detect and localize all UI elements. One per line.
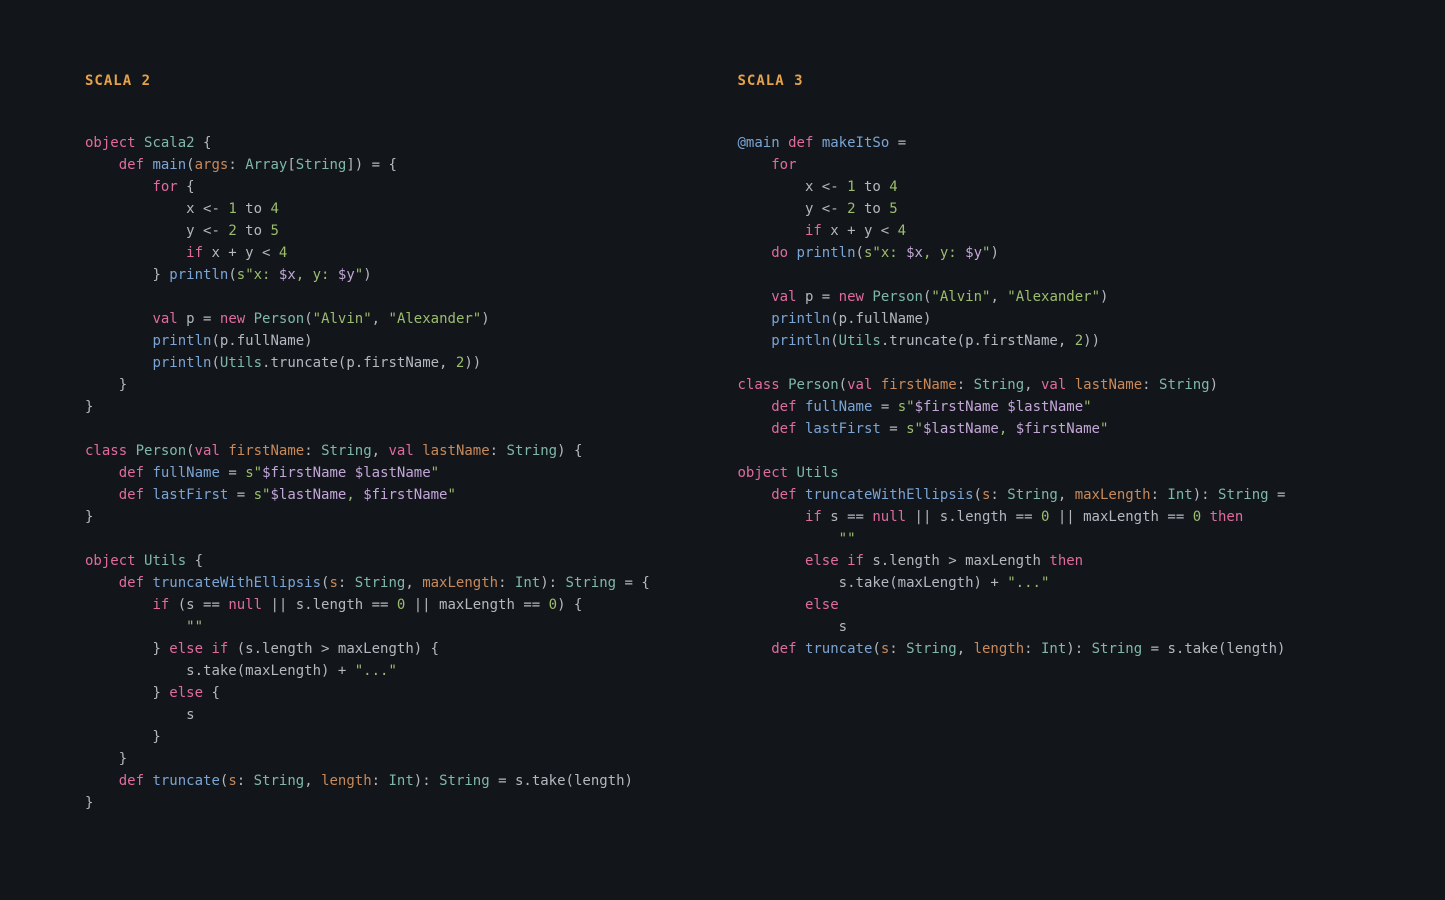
scala3-column: SCALA 3 @main def makeItSo = for x <- 1 …	[738, 70, 1361, 814]
scala2-column: SCALA 2 object Scala2 { def main(args: A…	[85, 70, 708, 814]
scala3-heading: SCALA 3	[738, 70, 1361, 92]
scala3-code: @main def makeItSo = for x <- 1 to 4 y <…	[738, 132, 1361, 660]
scala2-heading: SCALA 2	[85, 70, 708, 92]
scala2-code: object Scala2 { def main(args: Array[Str…	[85, 132, 708, 814]
